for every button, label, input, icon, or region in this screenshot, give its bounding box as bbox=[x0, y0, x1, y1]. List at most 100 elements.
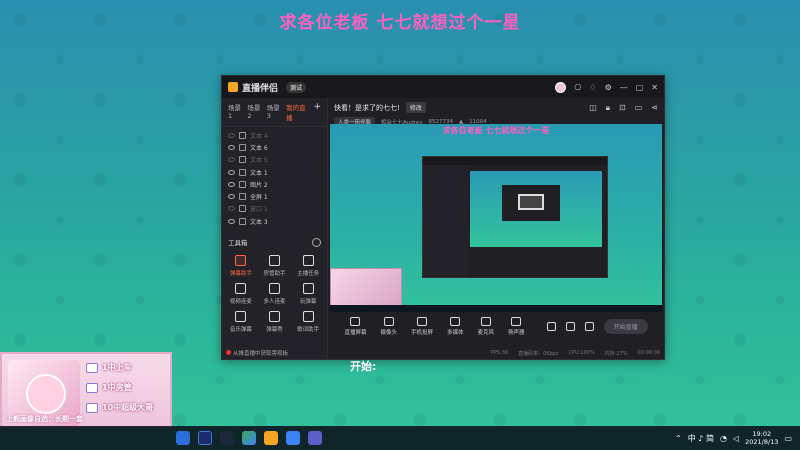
source-item[interactable]: 文本 5 bbox=[222, 154, 327, 166]
room-title-row: 快看！是求了的七七! 修改 ◫ 🔒︎ ⊡ ▭ ⋖ bbox=[328, 98, 664, 117]
app-name: 直播伴侣 bbox=[242, 83, 279, 94]
eye-icon[interactable] bbox=[228, 169, 235, 175]
camera-icon bbox=[383, 317, 394, 326]
crop-icon[interactable]: ⊡ bbox=[619, 103, 626, 113]
minimize-icon[interactable]: — bbox=[620, 83, 628, 92]
game-icon bbox=[302, 283, 314, 295]
teams-icon[interactable] bbox=[308, 431, 322, 445]
dock-phone-cast[interactable]: 手机投屏 bbox=[411, 317, 433, 336]
eye-icon[interactable] bbox=[228, 206, 235, 212]
phone-cast-icon bbox=[416, 317, 427, 326]
main-area: 快看！是求了的七七! 修改 ◫ 🔒︎ ⊡ ▭ ⋖ 人类一陪伴聊 相会七七Audr… bbox=[328, 98, 664, 359]
screen-source-icon bbox=[239, 193, 246, 201]
source-item[interactable]: 图片 2 bbox=[222, 178, 327, 190]
overlay-row: 1中上车 bbox=[86, 362, 132, 373]
status-bitrate: 直播码率：0Kbps bbox=[518, 351, 559, 357]
maximize-icon[interactable]: ▢ bbox=[636, 83, 644, 92]
notification-icon[interactable]: ▭ bbox=[784, 434, 792, 443]
tool-streamer-tasks[interactable]: 主播任务 bbox=[291, 255, 325, 277]
window-source-icon bbox=[239, 205, 246, 213]
gift-icon[interactable]: ⎔ bbox=[574, 83, 581, 92]
play-icon[interactable] bbox=[242, 431, 256, 445]
record-video-icon[interactable] bbox=[546, 322, 556, 331]
speaker-icon bbox=[511, 317, 522, 326]
eye-icon[interactable] bbox=[228, 181, 235, 187]
source-item[interactable]: 文本 3 bbox=[222, 215, 327, 227]
eye-icon[interactable] bbox=[228, 157, 235, 163]
toolbox-grid: 弹幕助手 房管助手 主播任务 视频连麦 多人连麦 玩弹幕 音乐弹幕 弹幕秀 歌词… bbox=[222, 251, 327, 337]
eye-icon[interactable] bbox=[228, 144, 235, 150]
share-icon[interactable]: ⋖ bbox=[651, 103, 658, 113]
danmaku-icon bbox=[235, 255, 247, 267]
steam-icon[interactable] bbox=[220, 431, 234, 445]
dock-camera[interactable]: 摄像头 bbox=[380, 317, 397, 336]
close-icon[interactable]: ✕ bbox=[651, 83, 658, 92]
dock-speaker[interactable]: 扬声器 bbox=[508, 317, 525, 336]
source-item[interactable]: 文本 1 bbox=[222, 166, 327, 178]
lock-icon[interactable]: 🔒︎ bbox=[606, 103, 610, 113]
dock-mic[interactable]: 麦克风 bbox=[478, 317, 494, 336]
record-icon[interactable]: ◫ bbox=[589, 103, 597, 113]
photoshop-icon[interactable] bbox=[198, 431, 212, 445]
volume-icon[interactable]: ◁ bbox=[733, 434, 739, 443]
eye-icon[interactable] bbox=[228, 194, 235, 200]
tool-music-danmaku[interactable]: 音乐弹幕 bbox=[224, 311, 258, 333]
tray-expand-icon[interactable]: ⌃ bbox=[675, 434, 682, 443]
window-icon[interactable]: ▭ bbox=[635, 103, 643, 113]
network-icon[interactable]: ◔ bbox=[720, 434, 727, 443]
text-source-icon bbox=[239, 217, 246, 225]
nested-app-window bbox=[422, 156, 608, 278]
left-panel: 场景1 场景2 场景3 我的直播 + 文本 4 文本 6 文本 5 文本 1 图… bbox=[222, 98, 328, 359]
user-avatar[interactable] bbox=[555, 81, 567, 93]
tab-scene-1[interactable]: 场景1 bbox=[228, 102, 243, 122]
source-item[interactable]: 窗口 1 bbox=[222, 203, 327, 215]
gear-icon[interactable] bbox=[584, 322, 594, 331]
start-live-button[interactable]: 开始直播 bbox=[603, 319, 648, 334]
tool-room-manager[interactable]: 房管助手 bbox=[258, 255, 292, 277]
status-fps: PPS:30 bbox=[490, 350, 509, 356]
star-app-icon[interactable] bbox=[286, 431, 300, 445]
version-badge: 测试 bbox=[286, 81, 307, 93]
add-scene-button[interactable]: + bbox=[313, 102, 321, 122]
bell-icon[interactable]: ♢ bbox=[589, 83, 596, 92]
alert-icon bbox=[226, 350, 231, 355]
eye-icon[interactable] bbox=[228, 218, 235, 224]
toolbox-settings-icon[interactable] bbox=[312, 237, 321, 247]
status-cpu: CPU:100% bbox=[568, 350, 595, 356]
video-link-icon bbox=[235, 283, 247, 295]
title-bar: 直播伴侣 测试 ⎔ ♢ ⚙ — ▢ ✕ bbox=[222, 76, 664, 98]
left-footer: 从推直播中获取旁观板 bbox=[226, 349, 288, 357]
live-companion-icon[interactable] bbox=[264, 431, 278, 445]
settings-icon[interactable]: ⚙ bbox=[605, 83, 612, 92]
badge-icon bbox=[86, 382, 98, 393]
tab-scene-2[interactable]: 场景2 bbox=[247, 102, 262, 122]
stream-overlay-card: 1中上车 1中房管 10中超级大哥 上舰画像自选：长期一套 bbox=[0, 352, 172, 428]
source-item[interactable]: 文本 6 bbox=[222, 141, 327, 153]
eye-icon[interactable] bbox=[228, 132, 235, 138]
tool-danmaku-helper[interactable]: 弹幕助手 bbox=[224, 255, 258, 277]
tool-lyrics[interactable]: 歌词助手 bbox=[291, 311, 325, 333]
app-window: 直播伴侣 测试 ⎔ ♢ ⚙ — ▢ ✕ 场景1 场景2 场景3 我的直播 + 文… bbox=[221, 75, 665, 360]
clock[interactable]: 19:02 2021/8/13 bbox=[745, 430, 778, 446]
preview-avatar-overlay bbox=[330, 268, 402, 306]
crown-icon bbox=[86, 402, 98, 413]
timer-icon[interactable] bbox=[565, 322, 575, 331]
edit-title-button[interactable]: 修改 bbox=[405, 102, 426, 113]
ime-indicator[interactable]: 中 ♪ 简 bbox=[688, 433, 714, 444]
tool-multi-link[interactable]: 多人连麦 bbox=[258, 283, 292, 305]
source-dock: 直播屏幕 摄像头 手机投屏 多媒体 麦克风 扬声器 开始直播 bbox=[330, 314, 662, 339]
preview-taskbar bbox=[330, 305, 662, 312]
live-preview[interactable]: 求各位老板 七七就想过个一星 bbox=[330, 124, 662, 312]
dock-media[interactable]: 多媒体 bbox=[447, 317, 464, 336]
source-item[interactable]: 全屏 1 bbox=[222, 190, 327, 202]
tool-play-danmaku[interactable]: 玩弹幕 bbox=[291, 283, 325, 305]
screen-icon bbox=[350, 317, 361, 326]
source-item[interactable]: 文本 4 bbox=[222, 129, 327, 141]
tool-danmaku-show[interactable]: 弹幕秀 bbox=[258, 311, 292, 333]
tab-scene-3[interactable]: 场景3 bbox=[267, 102, 282, 122]
app-m-icon[interactable] bbox=[176, 431, 190, 445]
tool-video-link[interactable]: 视频连麦 bbox=[224, 283, 258, 305]
text-source-icon bbox=[239, 156, 246, 164]
dock-screen[interactable]: 直播屏幕 bbox=[344, 317, 366, 336]
tab-my-live[interactable]: 我的直播 bbox=[286, 102, 309, 122]
